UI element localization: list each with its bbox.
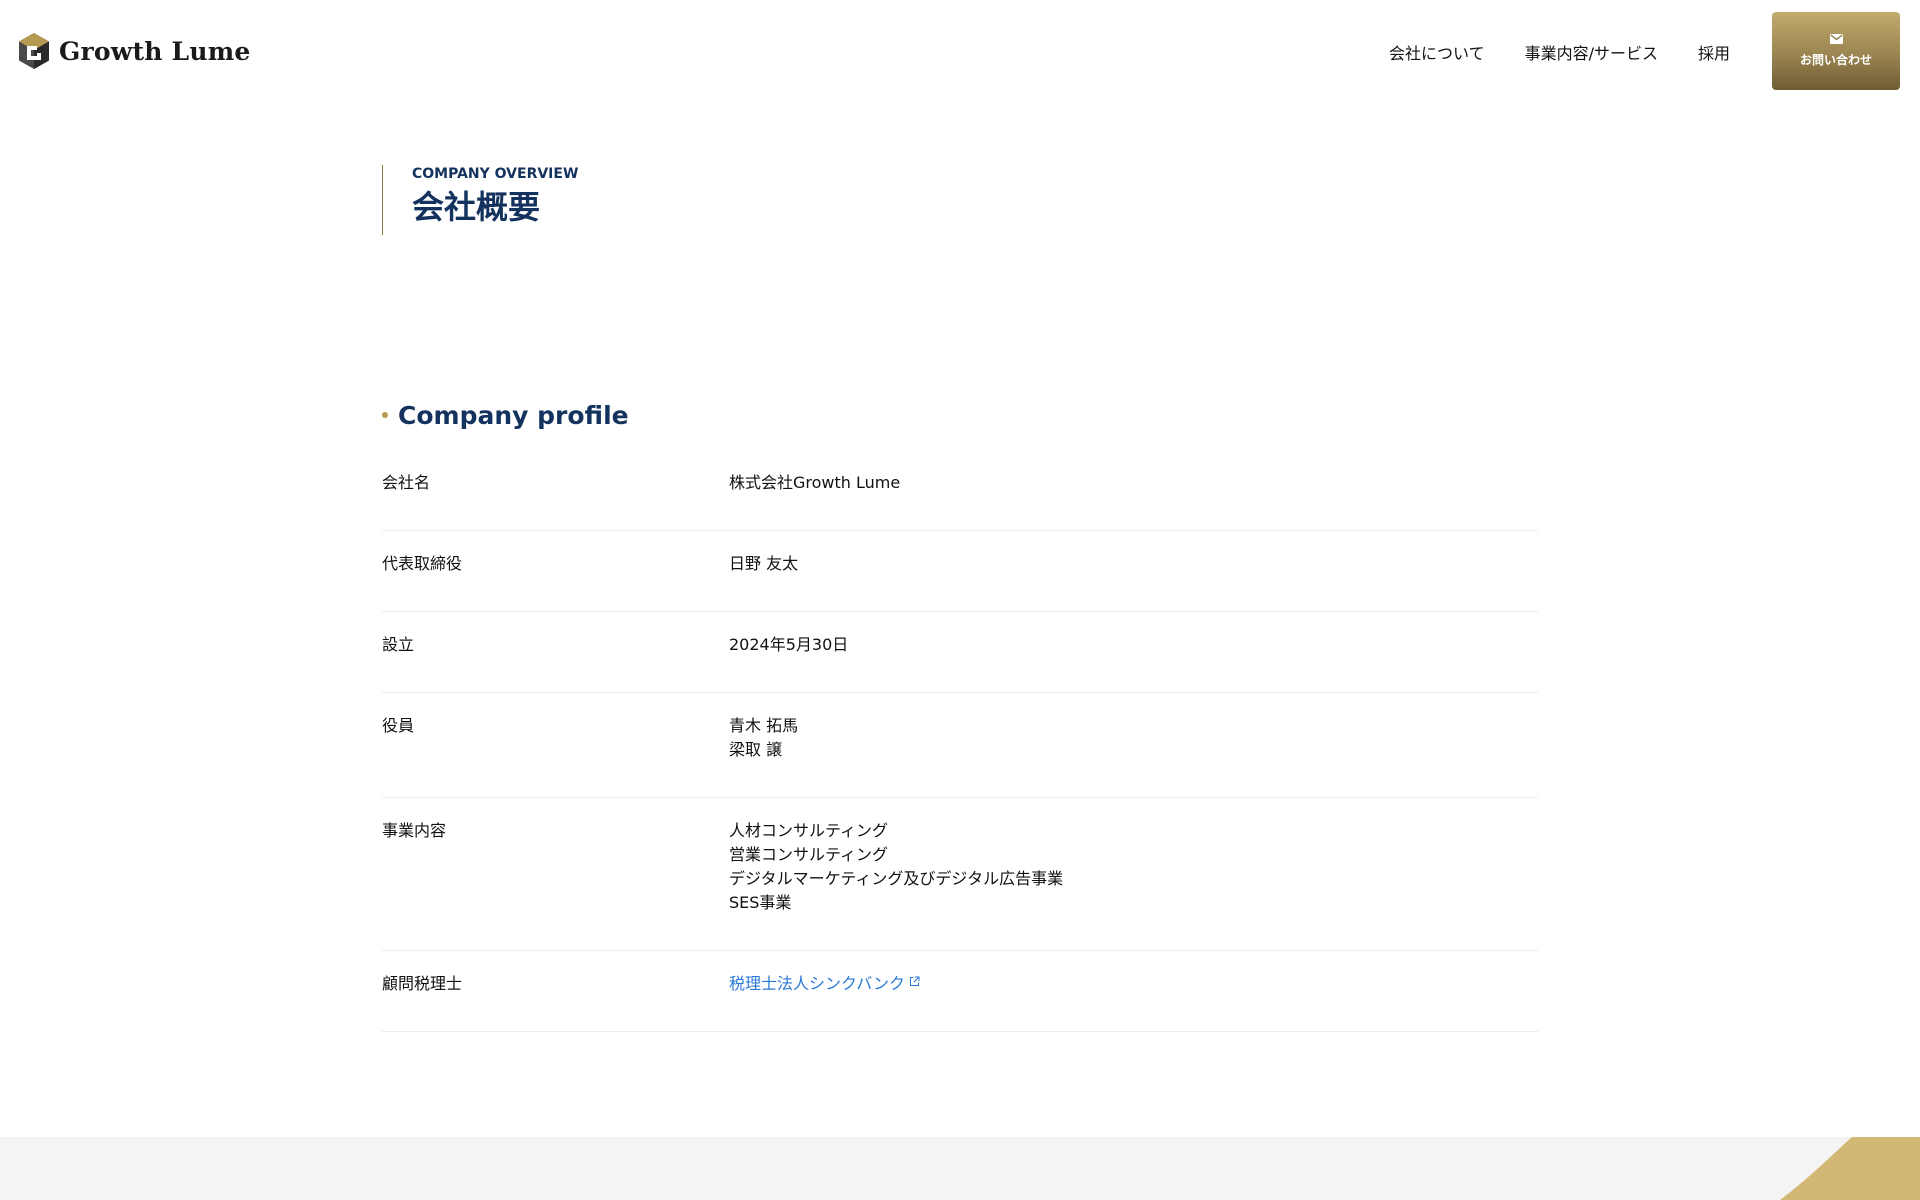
page-heading: COMPANY OVERVIEW 会社概要 (382, 165, 578, 235)
section-heading: Company profile (382, 380, 629, 451)
logo-link[interactable]: Growth Lume (18, 31, 250, 71)
row-label: 会社名 (382, 473, 431, 492)
main-nav: 会社について 事業内容/サービス 採用 (1389, 40, 1730, 64)
external-link-icon (910, 976, 920, 986)
site-header: Growth Lume 会社について 事業内容/サービス 採用 お問い合わせ (0, 0, 1920, 102)
table-row: 代表取締役 日野 友太 (382, 531, 1538, 612)
tax-advisor-link[interactable]: 税理士法人シンクバンク (729, 972, 920, 996)
table-row: 顧問税理士 税理士法人シンクバンク (382, 951, 1538, 1032)
decorative-gold-shape (1780, 1137, 1920, 1200)
row-value-line: デジタルマーケティング及びデジタル広告事業 (729, 869, 1064, 888)
table-row: 設立 2024年5月30日 (382, 612, 1538, 693)
page-eyebrow: COMPANY OVERVIEW (412, 166, 579, 182)
row-value-line: 青木 拓馬 (729, 716, 799, 735)
table-row: 役員 青木 拓馬 梁取 譲 (382, 693, 1538, 798)
nav-item-about[interactable]: 会社について (1389, 40, 1485, 64)
page-title: 会社概要 (412, 188, 541, 226)
row-value-line: 株式会社Growth Lume (729, 473, 901, 492)
mail-icon (1829, 34, 1843, 44)
row-label: 顧問税理士 (382, 974, 463, 993)
row-label: 設立 (382, 635, 415, 654)
footer-band (0, 1137, 1920, 1200)
section-title: Company profile (398, 400, 629, 430)
row-value-line: 梁取 譲 (729, 740, 783, 759)
nav-item-services[interactable]: 事業内容/サービス (1525, 40, 1658, 64)
row-value: 青木 拓馬 梁取 譲 (729, 714, 1538, 797)
logo-icon (19, 33, 49, 69)
logo-text: Growth Lume (59, 36, 251, 66)
table-row: 会社名 株式会社Growth Lume (382, 450, 1538, 531)
row-value: 税理士法人シンクバンク (729, 972, 1538, 1031)
nav-item-recruit[interactable]: 採用 (1698, 40, 1730, 64)
contact-button[interactable]: お問い合わせ (1772, 12, 1900, 90)
row-value: 株式会社Growth Lume (729, 471, 1538, 530)
contact-button-label: お問い合わせ (1799, 53, 1872, 67)
row-value: 日野 友太 (729, 552, 1538, 611)
bullet-dot-icon (382, 412, 388, 419)
tax-advisor-link-text: 税理士法人シンクバンク (729, 974, 906, 993)
row-value-line: SES事業 (729, 893, 792, 912)
row-label: 代表取締役 (382, 554, 463, 573)
row-value: 2024年5月30日 (729, 633, 1538, 692)
row-value-line: 営業コンサルティング (729, 845, 889, 864)
table-row: 事業内容 人材コンサルティング 営業コンサルティング デジタルマーケティング及び… (382, 798, 1538, 951)
row-value-line: 日野 友太 (729, 554, 799, 573)
row-value-line: 2024年5月30日 (729, 635, 849, 654)
company-profile-table: 会社名 株式会社Growth Lume 代表取締役 日野 友太 設立 2024年… (382, 450, 1538, 1032)
row-value: 人材コンサルティング 営業コンサルティング デジタルマーケティング及びデジタル広… (729, 819, 1538, 950)
row-value-line: 人材コンサルティング (729, 821, 889, 840)
row-label: 事業内容 (382, 821, 447, 840)
row-label: 役員 (382, 716, 415, 735)
